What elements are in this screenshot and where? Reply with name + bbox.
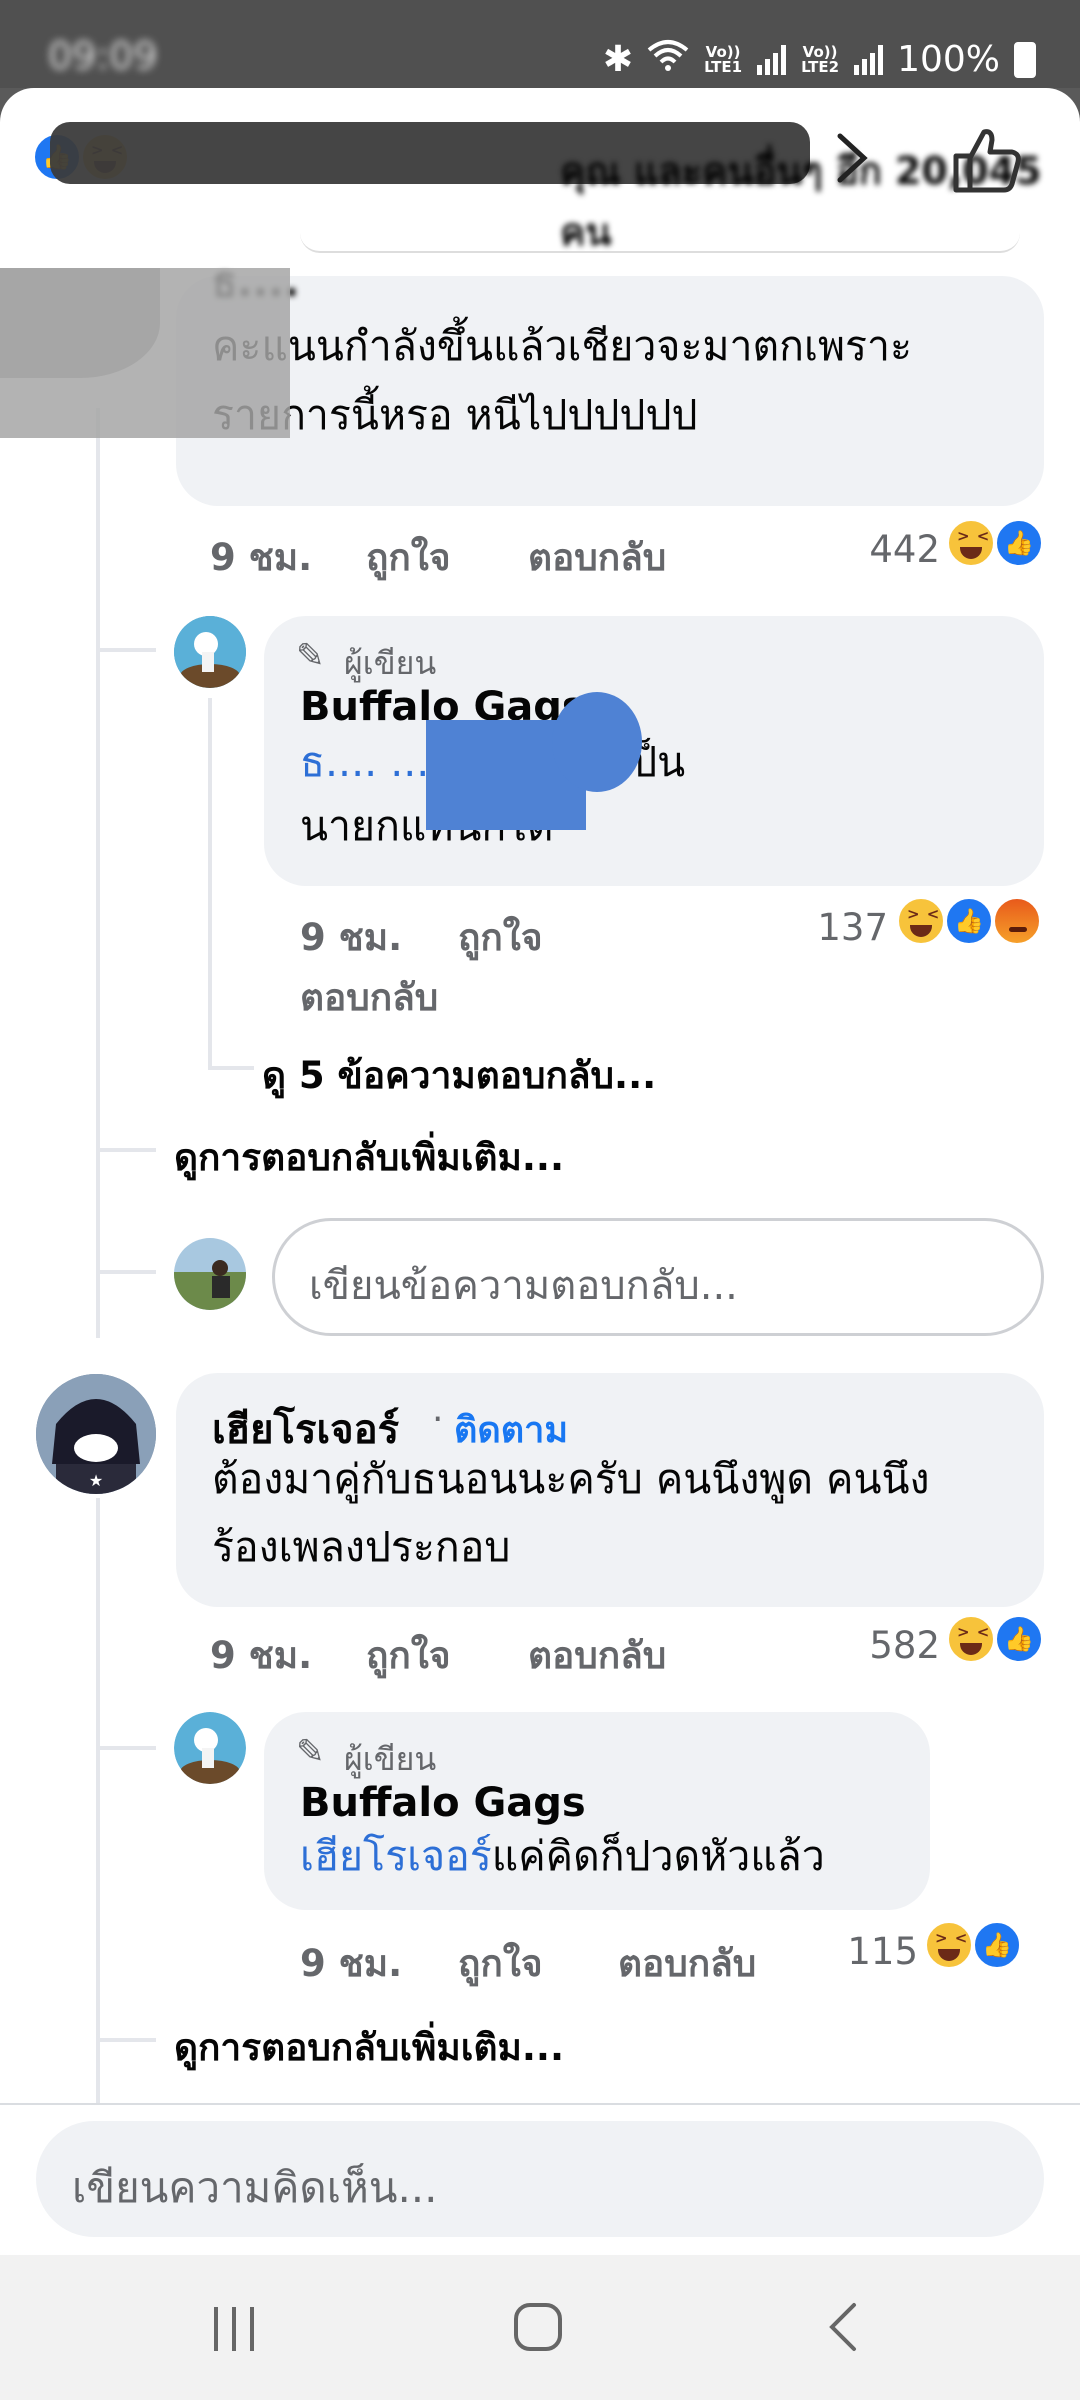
reply-author[interactable]: Buffalo Gags [300,1780,586,1826]
reaction-count[interactable]: 582 [840,1624,940,1667]
reaction-icons: 👍 [924,1920,1024,1976]
pencil-icon: ✎ [296,636,325,676]
reply-time: 9 ชม. [300,916,403,959]
like-action[interactable]: ถูกใจ [458,908,543,967]
view-more-replies-link[interactable]: ดูการตอบกลับเพิ่มเติม... [174,2018,564,2077]
redaction-overlay [552,692,642,792]
comment-text-line: ต้องมาคู่กับธนอนนะครับ คนนึงพูด คนนึง [212,1455,930,1503]
reply-action[interactable]: ตอบกลับ [528,1626,666,1685]
battery-percent: 100% [897,39,1000,80]
like-reaction-icon: 👍 [994,1614,1044,1664]
home-button[interactable] [458,2255,618,2400]
thread-branch [96,1148,156,1152]
status-bar: 09:09 ✱ Vo)) LTE1 Vo)) LTE2 100% [0,0,1080,88]
reply-avatar[interactable] [174,616,246,688]
pencil-icon: ✎ [296,1732,325,1772]
reply-bubble[interactable]: ✎ ผู้เขียน Buffalo Gags เฮียโรเจอร์แค่คิ… [264,1712,930,1910]
reply-avatar[interactable] [174,1712,246,1784]
comment-text-line: คะแนนกำลังขึ้นแล้วเชียวจะมาตกเพราะ [212,322,913,370]
follow-separator: · [432,1399,444,1440]
reply-action[interactable]: ตอบกลับ [300,968,438,1027]
comment-text-line: ร้องเพลงประกอบ [212,1523,511,1571]
status-icons: ✱ Vo)) LTE1 Vo)) LTE2 100% [603,38,1036,81]
like-action[interactable]: ถูกใจ [366,528,451,587]
reply-action[interactable]: ตอบกลับ [528,528,666,587]
comment-input-placeholder: เขียนความคิดเห็น... [72,2163,438,2212]
system-nav-bar [0,2255,1080,2400]
haha-reaction-icon [896,896,946,946]
angry-reaction-icon [992,896,1042,946]
reactions-header[interactable]: 👍 คุณ และคนอื่นๆ อีก 20,045 คน [0,88,1080,254]
reaction-count[interactable]: 137 [788,906,888,949]
thread-branch [96,648,156,652]
like-action[interactable]: ถูกใจ [366,1626,451,1685]
reply-thread-branch [208,1066,254,1070]
network-lte1-label: Vo)) LTE1 [704,42,743,76]
like-reaction-icon: 👍 [944,896,994,946]
reply-input-placeholder: เขียนข้อความตอบกลับ... [309,1263,738,1309]
reaction-icons: 👍 [946,1614,1046,1670]
redaction-overlay [0,268,290,438]
thread-branch [96,1746,156,1750]
mention-link[interactable]: เฮียโรเจอร์ [300,1832,492,1880]
chevron-right-icon[interactable] [832,128,882,198]
comment-bubble[interactable]: ธ.... คะแนนกำลังขึ้นแล้วเชียวจะมาตกเพราะ… [176,258,1044,506]
commenter-avatar[interactable]: ★ [36,1374,156,1494]
battery-icon [1014,41,1036,78]
haha-reaction-icon [924,1920,974,1970]
view-replies-link[interactable]: ดู 5 ข้อความตอบกลับ... [262,1046,656,1105]
reply-bubble[interactable]: ✎ ผู้เขียน Buffalo Gags ธ.... ....g งั้น… [264,616,1044,886]
reply-actions: 9 ชม. ถูกใจ ตอบกลับ [0,1934,1080,1994]
comments-sheet: 👍 คุณ และคนอื่นๆ อีก 20,045 คน ธ.... คะแ… [0,88,1080,2255]
reply-input[interactable]: เขียนข้อความตอบกลับ... [272,1218,1044,1336]
haha-reaction-icon [946,518,996,568]
comment-input[interactable]: เขียนความคิดเห็น... [36,2121,1044,2237]
like-reaction-icon: 👍 [972,1920,1022,1970]
comment-bubble[interactable]: เฮียโรเจอร์ · ติดตาม ต้องมาคู่กับธนอนนะค… [176,1373,1044,1607]
current-user-avatar [174,1238,246,1310]
previous-bubble-edge [300,233,1020,253]
reply-time: 9 ชม. [300,1942,403,1985]
comment-time: 9 ชม. [210,536,313,579]
network-lte2-label: Vo)) LTE2 [801,42,840,76]
signal-2-icon [854,44,884,75]
thread-branch [96,2038,156,2042]
reaction-icons: 👍 [896,896,1046,952]
view-more-replies-link[interactable]: ดูการตอบกลับเพิ่มเติม... [174,1128,564,1187]
like-reaction-icon: 👍 [994,518,1044,568]
bluetooth-icon: ✱ [602,39,634,80]
signal-1-icon [757,44,787,75]
status-time: 09:09 [48,34,158,78]
composer-bar: เขียนความคิดเห็น... [0,2103,1080,2255]
comment-time: 9 ชม. [210,1634,313,1677]
wifi-icon [647,38,689,81]
thread-line [96,1498,100,2118]
reaction-count[interactable]: 442 [840,528,940,571]
like-button-icon[interactable] [950,124,1024,198]
haha-reaction-icon [946,1614,996,1664]
reaction-icons: 👍 [946,518,1046,574]
like-action[interactable]: ถูกใจ [458,1934,543,1993]
reply-action[interactable]: ตอบกลับ [618,1934,756,1993]
back-button[interactable] [762,2255,922,2400]
svg-text:★: ★ [89,1471,103,1490]
reaction-count[interactable]: 115 [818,1930,918,1973]
recent-apps-button[interactable] [154,2255,314,2400]
reply-text-line: เฮียโรเจอร์แค่คิดก็ปวดหัวแล้ว [300,1832,825,1880]
thread-branch [96,1270,156,1274]
screen: 09:09 ✱ Vo)) LTE1 Vo)) LTE2 100% 👍 คุณ แ… [0,0,1080,2400]
